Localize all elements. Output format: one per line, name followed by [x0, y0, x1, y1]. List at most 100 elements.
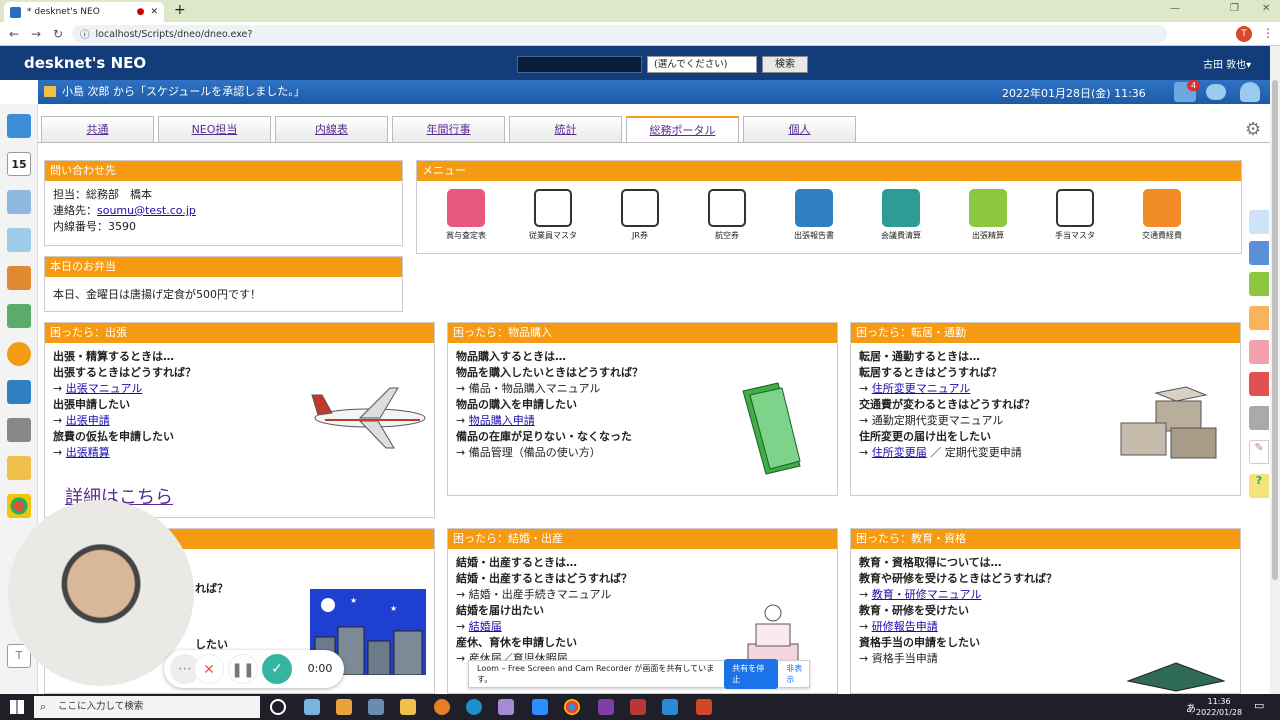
right-tab-6[interactable]: [1249, 372, 1269, 396]
tab-general-affairs[interactable]: 総務ポータル: [626, 116, 739, 142]
moving-panel: 困ったら：転居・通勤 転居・通勤するときは… 転居するときはどうすれば？ → 住…: [850, 322, 1241, 496]
new-tab-icon[interactable]: +: [174, 2, 186, 18]
browser-tab[interactable]: * desknet's NEO ● ✕: [4, 2, 164, 22]
profile-icon[interactable]: T: [1236, 26, 1252, 42]
app-icon-3[interactable]: [368, 699, 384, 715]
ime-indicator[interactable]: あ: [1186, 700, 1196, 715]
address-manual-link[interactable]: 住所変更マニュアル: [872, 382, 971, 395]
maximize-icon[interactable]: ❐: [1230, 3, 1239, 14]
menu-item[interactable]: 航空券: [692, 189, 762, 241]
education-manual-link[interactable]: 教育・研修マニュアル: [872, 588, 982, 601]
neo-icon[interactable]: [7, 380, 31, 404]
chat-icon[interactable]: [1206, 84, 1226, 100]
url-field[interactable]: ⓘ localhost/Scripts/dneo/dneo.exe?: [72, 25, 1167, 43]
cabinet-icon[interactable]: [7, 266, 31, 290]
tab-personal[interactable]: 個人: [743, 116, 856, 142]
menu-item[interactable]: JR券: [605, 189, 675, 241]
portal-icon[interactable]: [7, 114, 31, 138]
edge-icon[interactable]: [466, 699, 482, 715]
app-icon-2[interactable]: [336, 699, 352, 715]
powerpoint-icon[interactable]: [696, 699, 712, 715]
minimize-icon[interactable]: —: [1170, 3, 1180, 14]
training-report-link[interactable]: 研修報告申請: [872, 620, 938, 633]
refresh-app-icon[interactable]: [7, 342, 31, 366]
reload-icon[interactable]: ↻: [50, 26, 66, 42]
right-tab-5[interactable]: [1249, 340, 1269, 364]
recording-timer: 0:00: [307, 662, 333, 675]
trip-settlement-link[interactable]: 出張精算: [66, 446, 110, 459]
address-change-link[interactable]: 住所変更届: [872, 446, 927, 459]
hide-button[interactable]: 非表示: [786, 663, 809, 685]
chrome-icon[interactable]: [564, 699, 580, 715]
menu-item[interactable]: 手当マスタ: [1040, 189, 1110, 241]
user-menu[interactable]: 古田 敦也▾: [1203, 56, 1251, 71]
menu-item[interactable]: 出張精算: [953, 189, 1023, 241]
pencil-icon[interactable]: ✎: [1249, 440, 1269, 464]
cortana-icon[interactable]: [270, 699, 286, 715]
menu-item[interactable]: 交通費経費: [1127, 189, 1197, 241]
inbox-icon[interactable]: [7, 418, 31, 442]
address-book-icon[interactable]: [7, 304, 31, 328]
scrollbar-thumb[interactable]: [1272, 80, 1278, 580]
app-logo[interactable]: desknet's NEO: [24, 54, 146, 72]
user-avatar-icon[interactable]: [1240, 82, 1260, 102]
back-icon[interactable]: ←: [6, 26, 22, 42]
tab-neo[interactable]: NEO担当: [158, 116, 271, 142]
right-tab-1[interactable]: [1249, 210, 1269, 234]
app-header: desknet's NEO (選んでください) 検索 古田 敦也▾: [0, 46, 1270, 80]
notifications-icon[interactable]: ▭: [1254, 699, 1264, 712]
app-icon-5[interactable]: [662, 699, 678, 715]
search-input[interactable]: [517, 56, 642, 73]
folder-app-icon[interactable]: [7, 456, 31, 480]
marriage-notice-link[interactable]: 結婚届: [469, 620, 502, 633]
tab-extension[interactable]: 内線表: [275, 116, 388, 142]
tab-statistics[interactable]: 統計: [509, 116, 622, 142]
app-icon-1[interactable]: [304, 699, 320, 715]
stop-sharing-button[interactable]: 共有を停止: [724, 659, 779, 689]
pause-icon[interactable]: ❚❚: [228, 654, 258, 684]
browser-menu-icon[interactable]: ⋮: [1262, 26, 1274, 40]
right-tab-3[interactable]: [1249, 272, 1269, 296]
tab-common[interactable]: 共通: [41, 116, 154, 142]
app-icon-4[interactable]: [498, 699, 514, 715]
calendar-icon[interactable]: 15: [7, 152, 31, 176]
trip-application-link[interactable]: 出張申請: [66, 414, 110, 427]
firefox-icon[interactable]: [434, 699, 450, 715]
finish-recording-icon[interactable]: ✓: [262, 654, 292, 684]
close-tab-icon[interactable]: ✕: [150, 7, 158, 17]
window-close-icon[interactable]: ✕: [1262, 3, 1270, 14]
apps-icon[interactable]: [7, 494, 31, 518]
taskbar-clock[interactable]: 11:36 2022/01/28: [1196, 696, 1242, 718]
marriage-line-1: 結婚・出産するときは…: [456, 556, 577, 569]
notice-bar: 小島 次郎 から「スケジュールを承認しました。」 2022年01月28日(金) …: [38, 80, 1270, 104]
windows-start-icon[interactable]: [10, 700, 24, 714]
facility-icon[interactable]: [7, 190, 31, 214]
menu-item[interactable]: 従業員マスタ: [518, 189, 588, 241]
information-icon[interactable]: [7, 228, 31, 252]
zoom-icon[interactable]: [532, 699, 548, 715]
cancel-recording-icon[interactable]: ✕: [194, 654, 224, 684]
search-scope-select[interactable]: (選んでください): [647, 56, 757, 73]
explorer-icon[interactable]: [400, 699, 416, 715]
menu-item[interactable]: 出張報告書: [779, 189, 849, 241]
access-icon[interactable]: [630, 699, 646, 715]
right-tab-2[interactable]: [1249, 241, 1269, 265]
lunch-title: 本日のお弁当: [45, 257, 402, 277]
help-icon[interactable]: ?: [1249, 474, 1269, 498]
right-tab-4[interactable]: [1249, 306, 1269, 330]
contact-email-link[interactable]: soumu@test.co.jp: [97, 204, 196, 217]
trip-manual-link[interactable]: 出張マニュアル: [66, 382, 143, 395]
purchase-application-link[interactable]: 物品購入申請: [469, 414, 535, 427]
menu-item[interactable]: 賞与査定表: [431, 189, 501, 241]
search-button[interactable]: 検索: [762, 56, 808, 73]
forward-icon[interactable]: →: [28, 26, 44, 42]
taskbar-search[interactable]: ここに入力して検索: [34, 696, 260, 718]
gear-icon[interactable]: ⚙: [1245, 119, 1261, 140]
menu-item[interactable]: 会議費清算: [866, 189, 936, 241]
menu-item-icon: [882, 189, 920, 227]
notice-text[interactable]: 小島 次郎 から「スケジュールを承認しました。」: [62, 83, 305, 99]
tab-annual-events[interactable]: 年間行事: [392, 116, 505, 142]
right-tab-7[interactable]: [1249, 406, 1269, 430]
folder-icon: [44, 85, 56, 97]
onenote-icon[interactable]: [598, 699, 614, 715]
